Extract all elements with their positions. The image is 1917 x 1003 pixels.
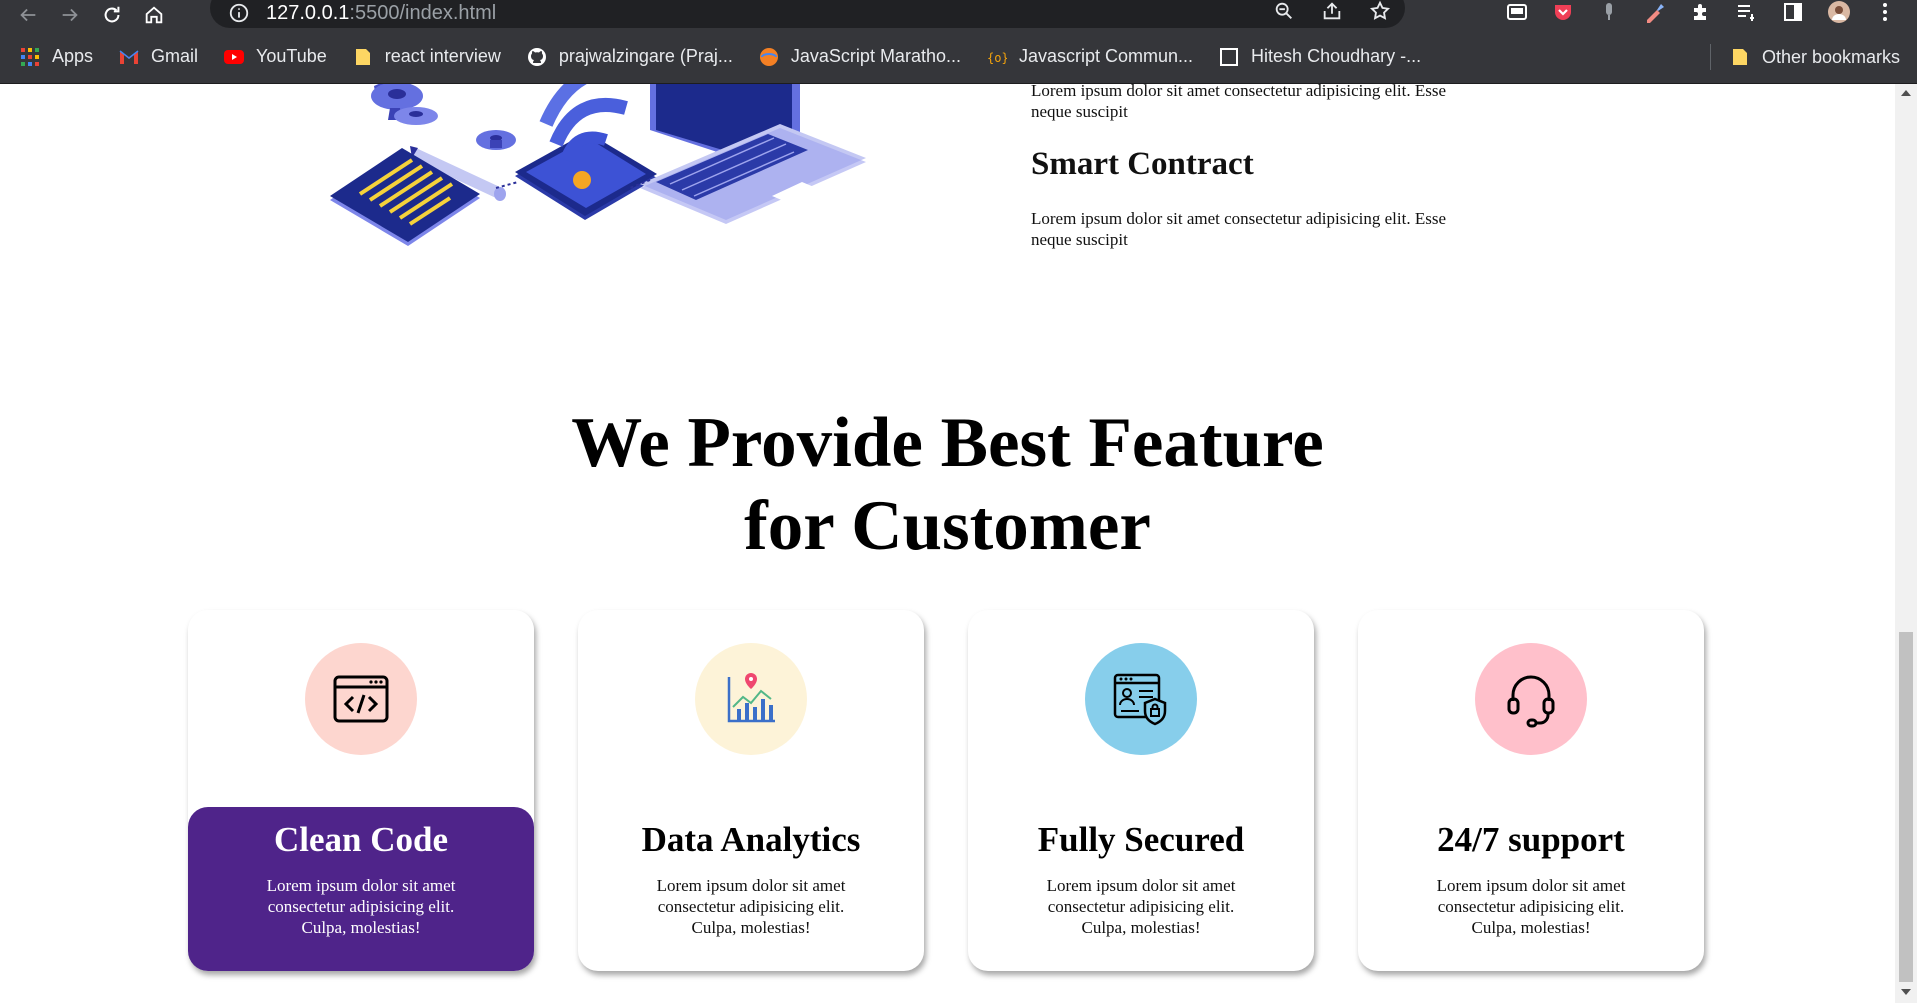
reload-icon bbox=[104, 6, 120, 23]
bookmark-javascript-marathon[interactable]: JavaScript Maratho... bbox=[759, 46, 961, 67]
bookmark-react-interview[interactable]: react interview bbox=[353, 46, 501, 67]
laptop-icon bbox=[640, 84, 866, 224]
icon-circle bbox=[305, 643, 417, 755]
forward-button[interactable] bbox=[56, 1, 84, 29]
bookmark-javascript-community[interactable]: {o} Javascript Commun... bbox=[987, 46, 1193, 67]
scrollbar-thumb[interactable] bbox=[1899, 632, 1913, 982]
bookmark-apps[interactable]: Apps bbox=[20, 46, 93, 67]
card-bottom: Data Analytics Lorem ipsum dolor sit ame… bbox=[578, 807, 924, 971]
feature-card-support[interactable]: 24/7 support Lorem ipsum dolor sit amet … bbox=[1358, 610, 1704, 971]
card-title: Fully Secured bbox=[1037, 820, 1245, 859]
document-icon bbox=[330, 148, 480, 246]
feature-card-data-analytics[interactable]: Data Analytics Lorem ipsum dolor sit ame… bbox=[578, 610, 924, 971]
url-text[interactable]: 127.0.0.1:5500/index.html bbox=[266, 2, 496, 25]
apps-grid-icon bbox=[21, 47, 39, 66]
headset-icon bbox=[1507, 675, 1555, 728]
gmail-icon bbox=[119, 49, 139, 64]
info-paragraph: Lorem ipsum dolor sit amet consectetur a… bbox=[1031, 84, 1446, 121]
page-content: Lorem ipsum dolor sit amet consectetur a… bbox=[0, 84, 1895, 1003]
bookmark-github[interactable]: prajwalzingare (Praj... bbox=[527, 46, 733, 67]
color-picker-icon[interactable] bbox=[1643, 0, 1667, 24]
bookmark-other[interactable]: Other bookmarks bbox=[1730, 30, 1900, 84]
card-bottom: 24/7 support Lorem ipsum dolor sit amet … bbox=[1358, 807, 1704, 971]
reading-list-icon[interactable] bbox=[1735, 0, 1759, 24]
pocket-icon[interactable] bbox=[1551, 0, 1575, 24]
svg-text:{o}: {o} bbox=[987, 51, 1007, 65]
arrow-left-icon bbox=[20, 8, 36, 22]
extensions-area bbox=[1505, 0, 1897, 24]
analytics-chart-icon bbox=[727, 673, 775, 723]
arrow-right-icon bbox=[62, 8, 78, 22]
profile-avatar-icon[interactable] bbox=[1827, 0, 1851, 24]
menu-kebab-icon[interactable] bbox=[1873, 0, 1897, 24]
secure-shield-icon bbox=[1113, 673, 1167, 726]
vertical-scrollbar[interactable] bbox=[1895, 84, 1917, 1003]
orange-circle-icon bbox=[759, 47, 778, 66]
card-title: 24/7 support bbox=[1437, 820, 1625, 859]
smart-contract-paragraph: Lorem ipsum dolor sit amet consectetur a… bbox=[1031, 209, 1446, 249]
bookmark-hitesh[interactable]: Hitesh Choudhary -... bbox=[1219, 46, 1421, 67]
feature-card-fully-secured[interactable]: Fully Secured Lorem ipsum dolor sit amet… bbox=[968, 610, 1314, 971]
braces-icon: {o} bbox=[987, 51, 1007, 65]
card-title: Clean Code bbox=[273, 820, 449, 859]
share-icon[interactable] bbox=[1321, 0, 1343, 22]
browser-toolbar: 127.0.0.1:5500/index.html bbox=[0, 0, 1917, 30]
folder-icon bbox=[355, 48, 370, 65]
feature-card-clean-code[interactable]: Clean Code Lorem ipsum dolor sit amet co… bbox=[188, 610, 534, 971]
bookmarks-bar: Apps Gmail YouTube react interview prajw… bbox=[0, 30, 1917, 84]
square-page-icon bbox=[1220, 47, 1239, 66]
blockchain-illustration bbox=[330, 84, 866, 246]
bookmark-separator bbox=[1710, 44, 1711, 70]
info-icon[interactable] bbox=[228, 2, 250, 24]
card-description: Lorem ipsum dolor sit amet consectetur a… bbox=[656, 876, 846, 937]
side-panel-icon[interactable] bbox=[1781, 0, 1805, 24]
address-bar[interactable]: 127.0.0.1:5500/index.html bbox=[210, 0, 1405, 28]
icon-circle bbox=[1475, 643, 1587, 755]
smart-contract-title: Smart Contract bbox=[1031, 146, 1254, 182]
bookmark-gmail[interactable]: Gmail bbox=[119, 46, 198, 67]
reload-button[interactable] bbox=[98, 1, 126, 29]
code-window-icon bbox=[333, 675, 389, 723]
mic-extension-icon[interactable] bbox=[1597, 0, 1621, 24]
home-button[interactable] bbox=[140, 1, 168, 29]
card-bottom: Fully Secured Lorem ipsum dolor sit amet… bbox=[968, 807, 1314, 971]
icon-circle bbox=[695, 643, 807, 755]
back-button[interactable] bbox=[14, 1, 42, 29]
card-description: Lorem ipsum dolor sit amet consectetur a… bbox=[1436, 876, 1626, 937]
gear-icon bbox=[371, 84, 516, 150]
tab-search-icon[interactable] bbox=[1505, 0, 1529, 24]
scroll-down-arrow-icon[interactable] bbox=[1901, 989, 1911, 995]
scroll-up-arrow-icon[interactable] bbox=[1901, 90, 1911, 96]
card-title: Data Analytics bbox=[641, 820, 861, 859]
star-icon[interactable] bbox=[1369, 0, 1391, 22]
home-icon bbox=[145, 6, 163, 24]
card-bottom: Clean Code Lorem ipsum dolor sit amet co… bbox=[188, 807, 534, 971]
smartphone-icon bbox=[515, 84, 657, 220]
github-icon bbox=[527, 47, 546, 66]
bookmark-youtube[interactable]: YouTube bbox=[224, 46, 327, 67]
features-heading: We Provide Best Feature for Customer bbox=[571, 404, 1324, 565]
folder-icon bbox=[1733, 49, 1747, 65]
card-description: Lorem ipsum dolor sit amet consectetur a… bbox=[266, 876, 456, 937]
zoom-icon[interactable] bbox=[1273, 0, 1295, 22]
card-description: Lorem ipsum dolor sit amet consectetur a… bbox=[1046, 876, 1236, 937]
icon-circle bbox=[1085, 643, 1197, 755]
youtube-icon bbox=[224, 49, 245, 64]
puzzle-icon[interactable] bbox=[1689, 0, 1713, 24]
